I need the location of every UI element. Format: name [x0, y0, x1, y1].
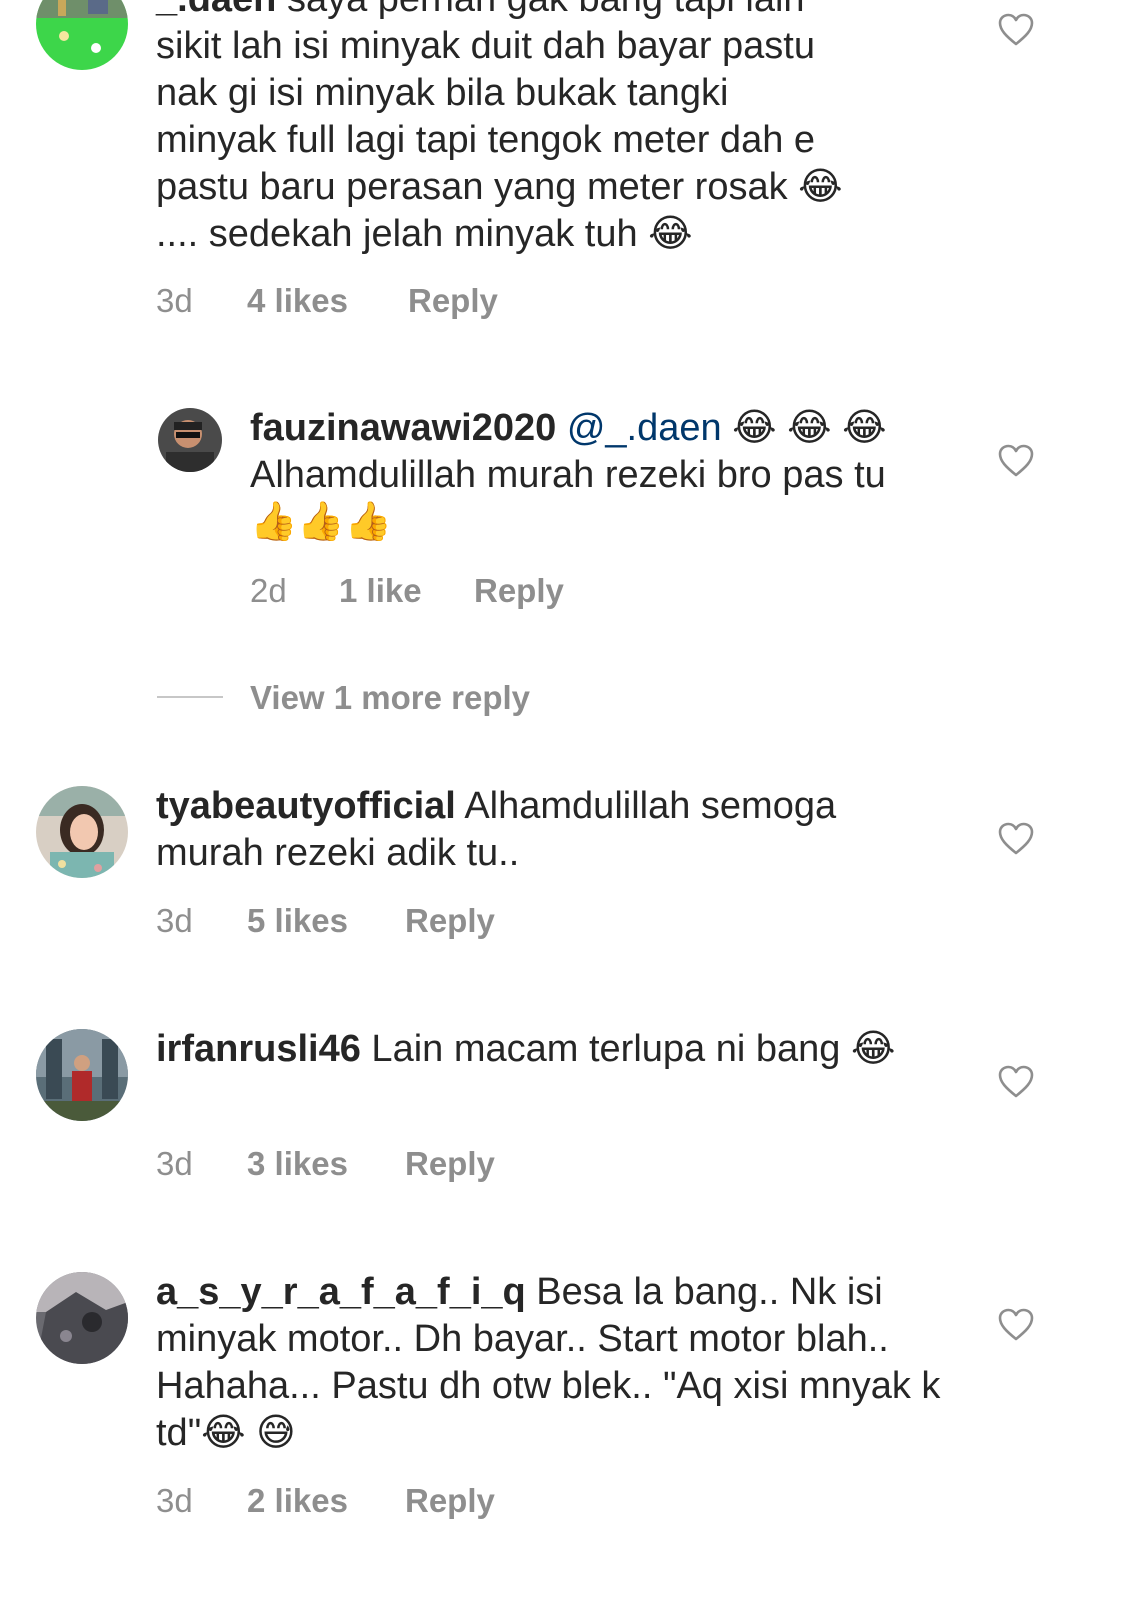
avatar[interactable] [36, 1029, 128, 1121]
comment-time: 3d [156, 1145, 193, 1182]
comment-text: a_s_y_r_a_f_a_f_i_q Besa la bang.. Nk is… [156, 1269, 946, 1457]
comment-meta: 3d 5 likes Reply [156, 901, 495, 941]
reply-button[interactable]: Reply [408, 281, 498, 321]
heart-outline-icon[interactable] [998, 1308, 1034, 1342]
heart-outline-icon[interactable] [998, 822, 1034, 856]
comment-text: _.daen saya pernah gak bang tapi lain si… [156, 0, 946, 258]
reply-button[interactable]: Reply [405, 1144, 495, 1184]
comment-likes[interactable]: 4 likes [247, 281, 408, 321]
comment-text: tyabeautyofficial Alhamdulillah semoga m… [156, 783, 946, 877]
reply-button[interactable]: Reply [405, 901, 495, 941]
reply-button[interactable]: Reply [405, 1481, 495, 1521]
comment-username[interactable]: tyabeautyofficial [156, 785, 456, 827]
comment-body: Lain macam terlupa ni bang 😂 [360, 1028, 896, 1070]
comment-username[interactable]: irfanrusli46 [156, 1028, 361, 1070]
comment-likes[interactable]: 1 like [339, 571, 474, 611]
comment-likes[interactable]: 3 likes [247, 1144, 405, 1184]
heart-outline-icon[interactable] [998, 444, 1034, 478]
reply-button[interactable]: Reply [474, 571, 564, 611]
comment-line: sikit lah isi minyak duit dah bayar past… [156, 25, 815, 67]
comment-meta: 3d 3 likes Reply [156, 1144, 495, 1184]
comment-likes[interactable]: 2 likes [247, 1481, 405, 1521]
comment-meta: 3d 4 likes Reply [156, 281, 498, 321]
comment-line: pastu baru perasan yang meter rosak 😂 [156, 166, 843, 208]
heart-outline-icon[interactable] [998, 13, 1034, 47]
comment-username[interactable]: fauzinawawi2020 [250, 407, 556, 449]
heart-outline-icon[interactable] [998, 1065, 1034, 1099]
view-more-replies-label[interactable]: View 1 more reply [250, 676, 530, 720]
comment-time: 2d [250, 572, 287, 609]
avatar[interactable] [36, 786, 128, 878]
avatar[interactable] [158, 408, 222, 472]
comment-text: fauzinawawi2020 @_.daen 😂 😂 😂 Alhamdulil… [250, 405, 930, 546]
view-more-replies[interactable]: View 1 more reply [157, 676, 757, 720]
comment-line: .... sedekah jelah minyak tuh 😂 [156, 213, 693, 255]
avatar[interactable] [36, 1272, 128, 1364]
comment-line: nak gi isi minyak bila bukak tangki [156, 72, 729, 114]
comment-meta: 2d 1 like Reply [250, 571, 564, 611]
comment-line: minyak full lagi tapi tengok meter dah e [156, 119, 816, 161]
mention-link[interactable]: @_.daen [567, 407, 722, 449]
comment-username[interactable]: a_s_y_r_a_f_a_f_i_q [156, 1271, 526, 1313]
avatar[interactable] [36, 0, 128, 70]
comment-meta: 3d 2 likes Reply [156, 1481, 495, 1521]
comment-username[interactable]: _.daen [156, 0, 276, 20]
divider-line [157, 696, 223, 698]
comment-time: 3d [156, 902, 193, 939]
comment-time: 3d [156, 282, 193, 319]
comment-likes[interactable]: 5 likes [247, 901, 405, 941]
comment-text: irfanrusli46 Lain macam terlupa ni bang … [156, 1026, 946, 1073]
comment-line: saya pernah gak bang tapi lain [287, 0, 805, 20]
comment-time: 3d [156, 1482, 193, 1519]
